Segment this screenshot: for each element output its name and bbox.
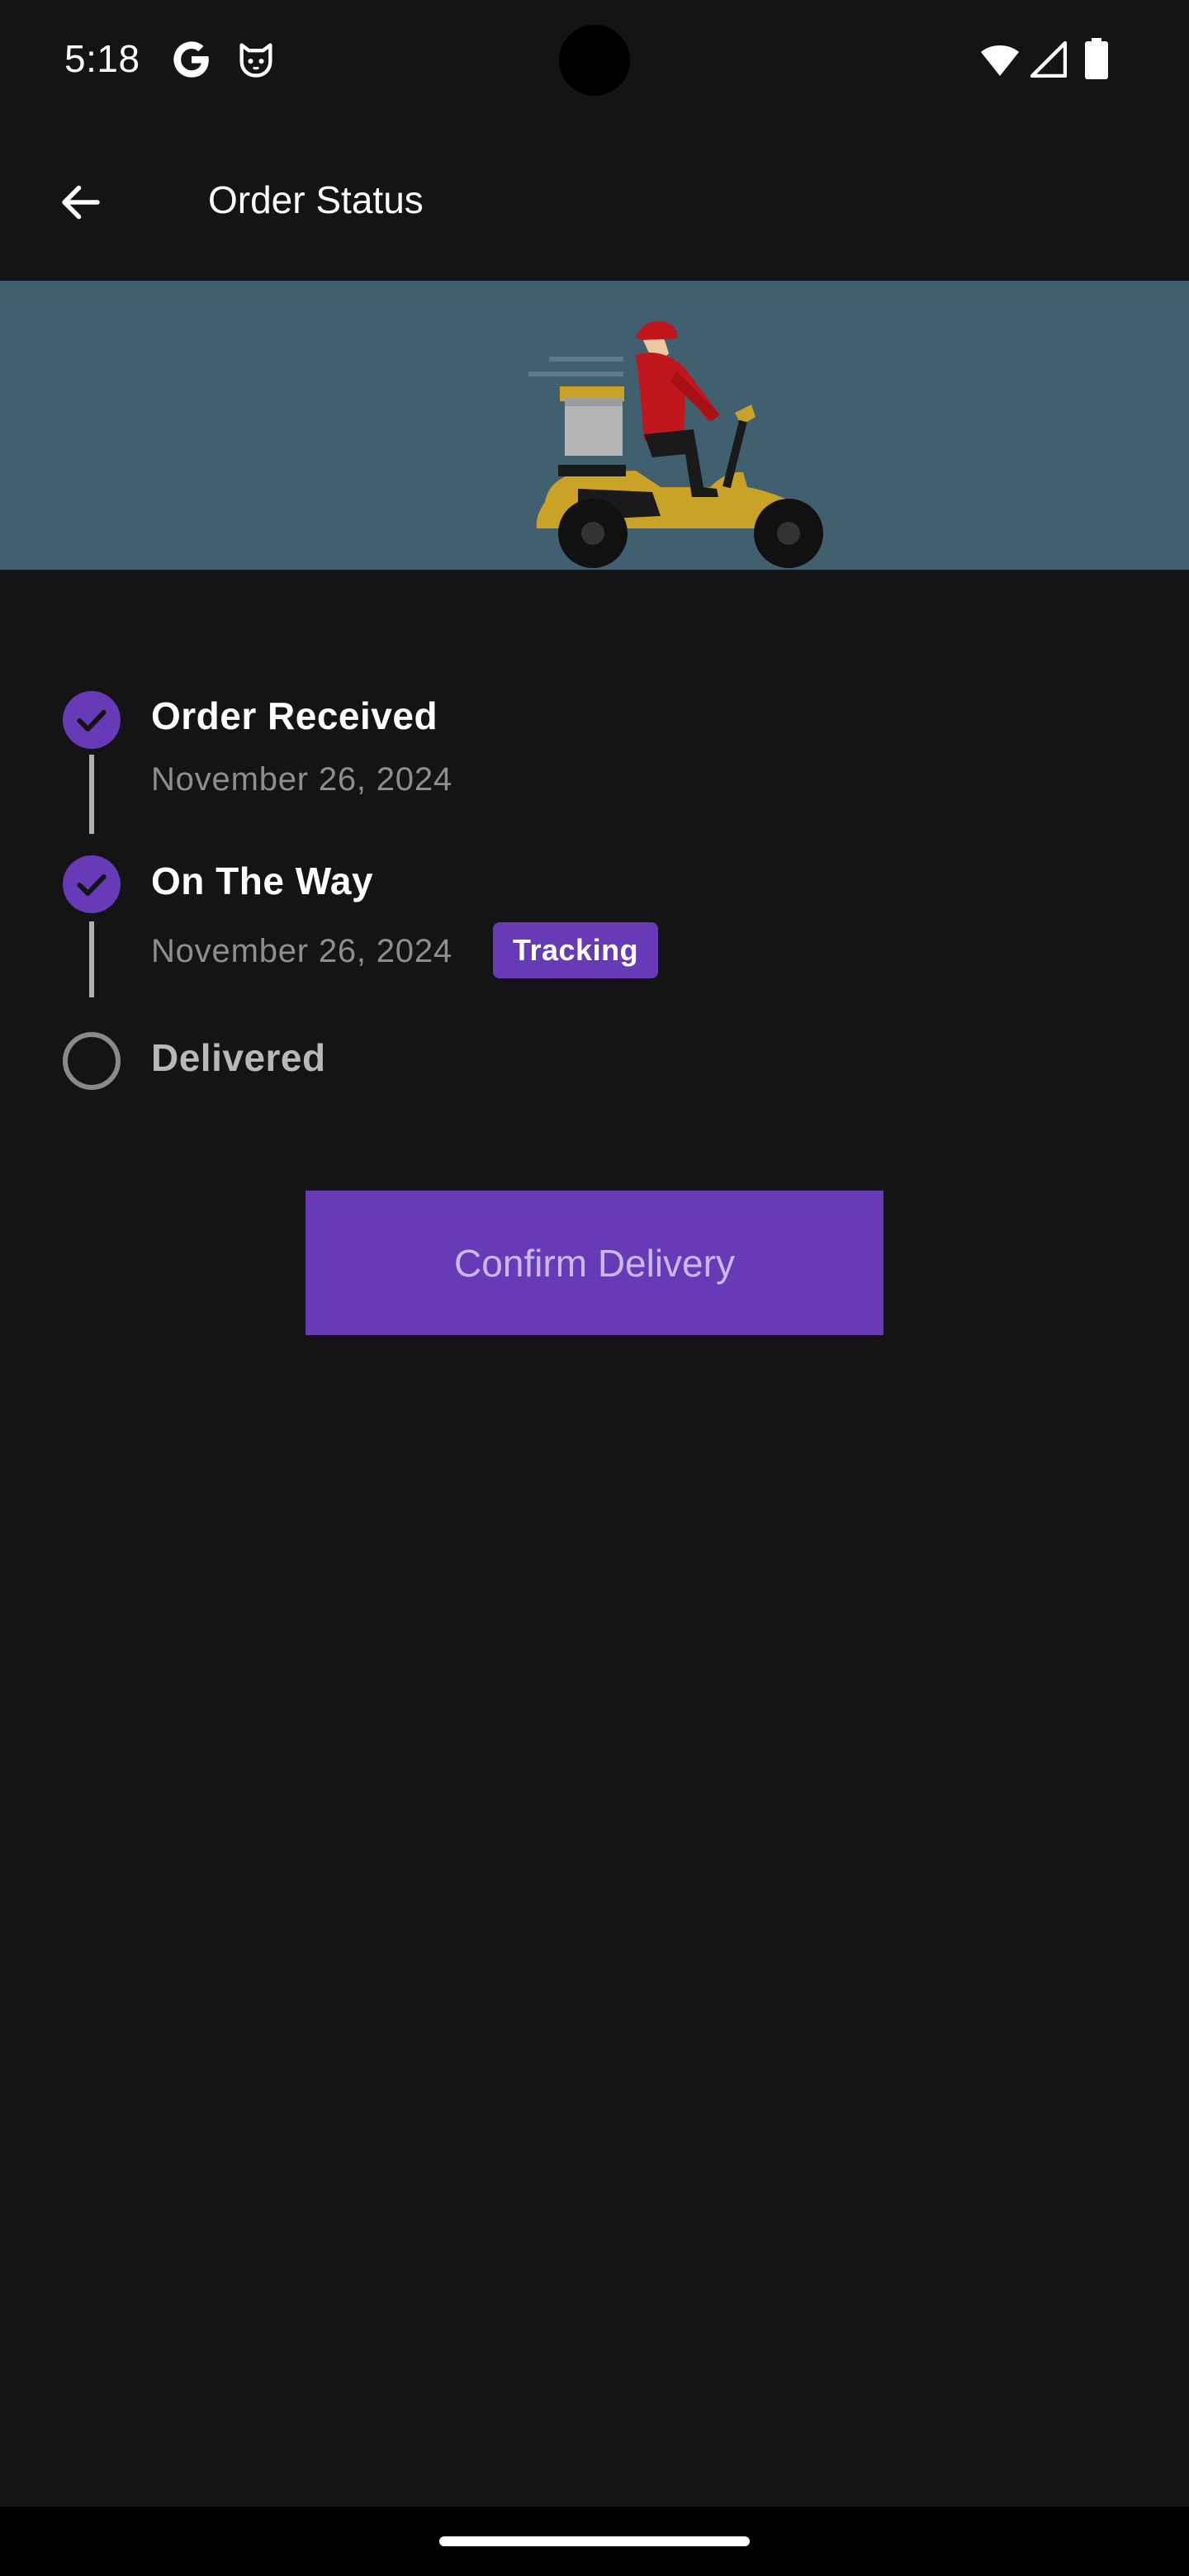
delivery-scooter-illustration (528, 320, 823, 568)
step-date-order-received: November 26, 2024 (151, 761, 452, 798)
google-g-icon (173, 41, 209, 78)
step-pending-indicator (63, 1032, 121, 1090)
step-date-on-the-way: November 26, 2024 (151, 933, 452, 969)
cell-signal-icon (1030, 41, 1067, 78)
checkmark-icon (77, 874, 107, 896)
arrow-left-icon (62, 185, 100, 220)
checkmark-icon (77, 709, 107, 732)
cat-face-icon (239, 43, 272, 78)
camera-cutout (559, 25, 630, 96)
home-indicator[interactable] (439, 2536, 750, 2546)
delivery-banner (0, 281, 1189, 570)
battery-icon (1085, 38, 1108, 79)
page-title: Order Status (208, 178, 424, 221)
step-title-delivered: Delivered (151, 1036, 326, 1079)
timeline-connector (89, 755, 94, 834)
step-completed-indicator (63, 855, 121, 913)
status-time: 5:18 (64, 37, 140, 80)
back-button[interactable] (41, 163, 121, 242)
step-completed-indicator (63, 691, 121, 749)
status-bar: 5:18 (0, 0, 1189, 120)
wifi-icon (981, 45, 1019, 76)
gesture-nav-bar (0, 2507, 1189, 2576)
step-title-on-the-way: On The Way (151, 859, 374, 902)
timeline-connector (89, 921, 94, 997)
step-title-order-received: Order Received (151, 694, 438, 737)
confirm-delivery-button[interactable]: Confirm Delivery (306, 1191, 883, 1335)
app-bar: Order Status (0, 120, 1189, 281)
tracking-button[interactable]: Tracking (493, 922, 659, 978)
